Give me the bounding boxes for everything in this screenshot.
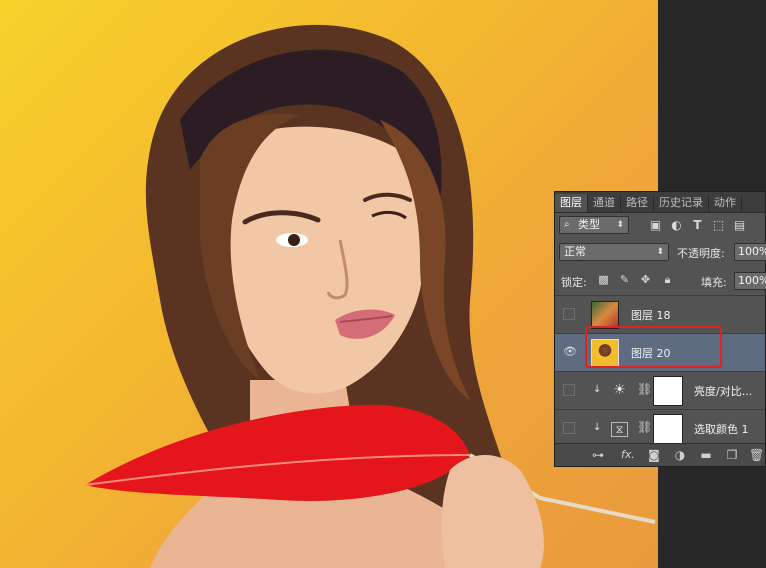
tab-channels[interactable]: 通道 bbox=[588, 194, 621, 212]
layer-name[interactable]: 亮度/对比... bbox=[694, 383, 752, 399]
visibility-toggle[interactable] bbox=[563, 384, 575, 396]
brightness-contrast-icon: ☀ bbox=[613, 382, 626, 398]
updown-arrow-icon: ⬍ bbox=[616, 220, 624, 230]
fill-label: 填充: bbox=[701, 276, 727, 289]
layer-name[interactable]: 图层 18 bbox=[631, 307, 671, 323]
lock-row: 锁定: ▩ ✎ ✥ 🔒︎ 填充: 100% bbox=[555, 272, 766, 292]
updown-arrow-icon: ⬍ bbox=[656, 247, 664, 257]
panel-bottom-toolbar: ⊶ fx. ◙ ◑ ▬ ❐ 🗑︎ bbox=[555, 443, 765, 466]
adjustment-filter-icon[interactable]: ◐ bbox=[670, 219, 683, 232]
fill-input[interactable]: 100% bbox=[734, 272, 766, 290]
tab-layers[interactable]: 图层 bbox=[555, 194, 588, 212]
clipping-arrow-icon: ↓ bbox=[593, 422, 602, 433]
selection-highlight-box bbox=[585, 326, 722, 368]
selective-color-icon: ⧖ bbox=[611, 422, 628, 437]
search-icon: ⌕ bbox=[564, 219, 570, 230]
opacity-label: 不透明度: bbox=[677, 247, 725, 260]
tab-actions[interactable]: 动作 bbox=[709, 194, 742, 212]
lock-move-icon[interactable]: ✥ bbox=[639, 273, 652, 286]
fx-icon[interactable]: fx. bbox=[617, 448, 639, 462]
filter-type-dropdown[interactable]: ⌕ 类型 ⬍ bbox=[559, 216, 629, 234]
blend-row: 正常 ⬍ 不透明度: 100% bbox=[555, 243, 766, 263]
opacity-input[interactable]: 100% bbox=[734, 243, 766, 261]
layer-thumbnail bbox=[591, 301, 619, 329]
lock-brush-icon[interactable]: ✎ bbox=[618, 273, 631, 286]
tab-history[interactable]: 历史记录 bbox=[654, 194, 709, 212]
lock-label: 锁定: bbox=[561, 276, 587, 289]
filter-row: ⌕ 类型 ⬍ ▣ ◐ T ⬚ ▤ bbox=[555, 216, 765, 236]
trash-icon[interactable]: 🗑︎ bbox=[749, 448, 764, 462]
panel-tabs: 图层 通道 路径 历史记录 动作 bbox=[555, 192, 765, 213]
add-mask-icon[interactable]: ◙ bbox=[647, 448, 661, 462]
chain-link-icon[interactable]: ⛓ bbox=[637, 382, 652, 396]
pixel-filter-icon[interactable]: ▣ bbox=[649, 219, 662, 232]
link-icon[interactable]: ⊶ bbox=[591, 448, 605, 462]
folder-icon[interactable]: ▬ bbox=[699, 448, 713, 462]
layer-mask-thumbnail[interactable] bbox=[653, 376, 683, 406]
layer-row-selective-color[interactable]: ↓ ⧖ ⛓ 选取颜色 1 bbox=[555, 409, 765, 447]
chain-link-icon[interactable]: ⛓ bbox=[637, 420, 652, 434]
new-layer-icon[interactable]: ❐ bbox=[725, 448, 739, 462]
clipping-arrow-icon: ↓ bbox=[593, 384, 602, 395]
blend-mode-label: 正常 bbox=[564, 245, 586, 258]
layer-row-brightness-contrast[interactable]: ↓ ☀ ⛓ 亮度/对比... bbox=[555, 371, 765, 409]
layer-mask-thumbnail[interactable] bbox=[653, 414, 683, 444]
shape-filter-icon[interactable]: ⬚ bbox=[712, 219, 725, 232]
visibility-toggle[interactable] bbox=[563, 422, 575, 434]
visibility-toggle[interactable] bbox=[563, 308, 575, 320]
type-filter-icon[interactable]: T bbox=[691, 219, 704, 232]
adjustment-layer-icon[interactable]: ◑ bbox=[673, 448, 687, 462]
blend-mode-dropdown[interactable]: 正常 ⬍ bbox=[559, 243, 669, 261]
smart-object-filter-icon[interactable]: ▤ bbox=[733, 219, 746, 232]
tab-paths[interactable]: 路径 bbox=[621, 194, 654, 212]
lock-transparency-icon[interactable]: ▩ bbox=[597, 273, 610, 286]
lock-all-icon[interactable]: 🔒︎ bbox=[661, 273, 674, 286]
filter-type-label: 类型 bbox=[578, 218, 600, 231]
layer-name[interactable]: 选取颜色 1 bbox=[694, 421, 749, 437]
eye-icon[interactable]: 👁︎ bbox=[563, 346, 577, 358]
